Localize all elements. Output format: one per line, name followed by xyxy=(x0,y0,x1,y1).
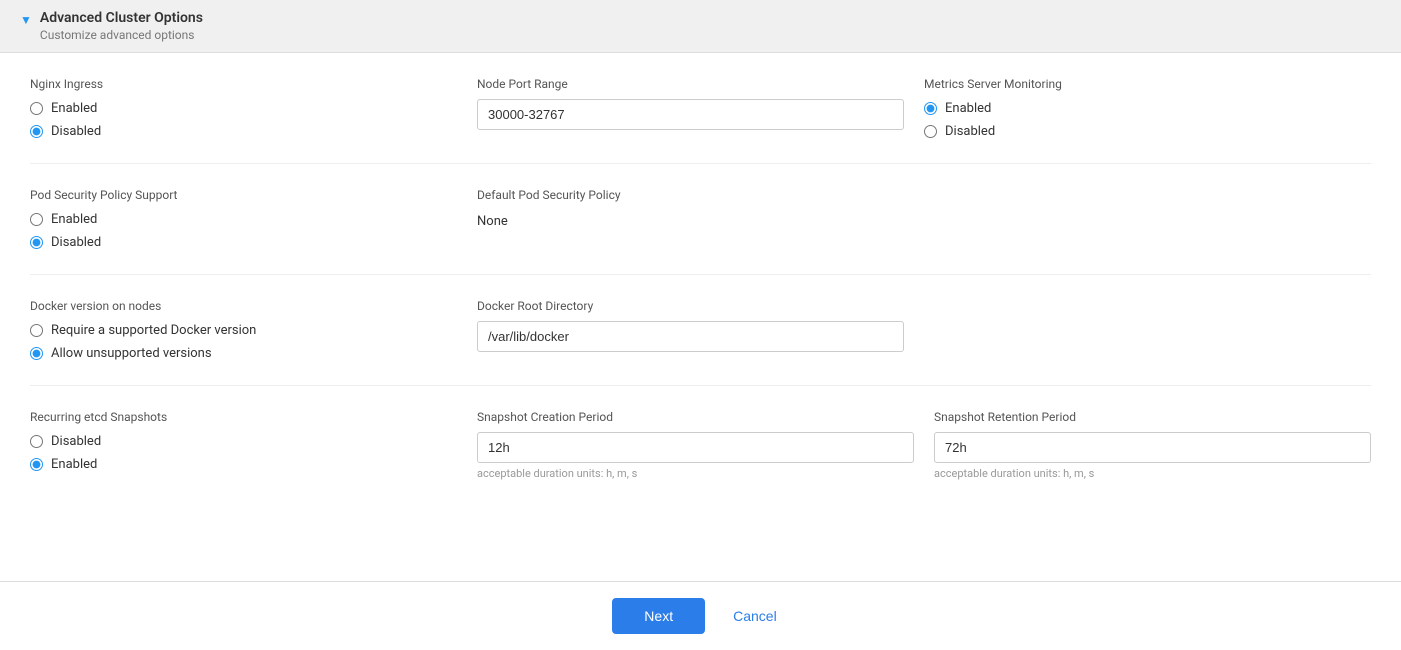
nginx-ingress-section: Nginx Ingress Enabled Disabled xyxy=(30,77,477,139)
nginx-ingress-label: Nginx Ingress xyxy=(30,77,457,91)
docker-root-section: Docker Root Directory xyxy=(477,299,924,361)
docker-require-radio[interactable] xyxy=(30,324,43,337)
docker-allow-label[interactable]: Allow unsupported versions xyxy=(51,346,212,361)
etcd-snapshots-radio-group: Disabled Enabled xyxy=(30,434,457,472)
snapshot-creation-label: Snapshot Creation Period xyxy=(477,410,914,424)
etcd-enabled-item[interactable]: Enabled xyxy=(30,457,457,472)
divider-3 xyxy=(30,385,1371,386)
page-wrapper: ▼ Advanced Cluster Options Customize adv… xyxy=(0,0,1401,650)
snapshot-fields: Snapshot Creation Period acceptable dura… xyxy=(477,410,1371,480)
docker-root-input[interactable] xyxy=(477,321,904,352)
etcd-enabled-label[interactable]: Enabled xyxy=(51,457,97,472)
row-4: Recurring etcd Snapshots Disabled Enable… xyxy=(30,410,1371,480)
snapshot-creation-field: Snapshot Creation Period acceptable dura… xyxy=(477,410,914,480)
snapshot-retention-hint: acceptable duration units: h, m, s xyxy=(934,467,1371,480)
nginx-ingress-enabled-radio[interactable] xyxy=(30,102,43,115)
nginx-ingress-disabled-label[interactable]: Disabled xyxy=(51,124,101,139)
docker-allow-item[interactable]: Allow unsupported versions xyxy=(30,346,457,361)
placeholder-col-1 xyxy=(924,188,1371,250)
section-header: ▼ Advanced Cluster Options Customize adv… xyxy=(0,0,1401,53)
default-pod-security-field: Default Pod Security Policy None xyxy=(477,188,904,229)
snapshot-creation-input[interactable] xyxy=(477,432,914,463)
metrics-server-label: Metrics Server Monitoring xyxy=(924,77,1351,91)
divider-2 xyxy=(30,274,1371,275)
pod-security-enabled-item[interactable]: Enabled xyxy=(30,212,457,227)
pod-security-label: Pod Security Policy Support xyxy=(30,188,457,202)
metrics-enabled-radio[interactable] xyxy=(924,102,937,115)
metrics-enabled-item[interactable]: Enabled xyxy=(924,101,1351,116)
default-pod-security-section: Default Pod Security Policy None xyxy=(477,188,924,250)
etcd-disabled-item[interactable]: Disabled xyxy=(30,434,457,449)
metrics-server-section: Metrics Server Monitoring Enabled Disabl… xyxy=(924,77,1371,139)
next-button[interactable]: Next xyxy=(612,598,705,634)
section-header-text: Advanced Cluster Options Customize advan… xyxy=(40,10,203,42)
docker-require-label[interactable]: Require a supported Docker version xyxy=(51,323,256,338)
etcd-snapshots-label: Recurring etcd Snapshots xyxy=(30,410,457,424)
snapshot-creation-hint: acceptable duration units: h, m, s xyxy=(477,467,914,480)
section-title: Advanced Cluster Options xyxy=(40,10,203,26)
metrics-disabled-radio[interactable] xyxy=(924,125,937,138)
etcd-disabled-radio[interactable] xyxy=(30,435,43,448)
pod-security-radio-group: Enabled Disabled xyxy=(30,212,457,250)
etcd-snapshots-section: Recurring etcd Snapshots Disabled Enable… xyxy=(30,410,477,472)
etcd-disabled-label[interactable]: Disabled xyxy=(51,434,101,449)
docker-version-label: Docker version on nodes xyxy=(30,299,457,313)
placeholder-col-2 xyxy=(924,299,1371,361)
docker-version-section: Docker version on nodes Require a suppor… xyxy=(30,299,477,361)
etcd-enabled-radio[interactable] xyxy=(30,458,43,471)
node-port-range-label: Node Port Range xyxy=(477,77,904,91)
snapshot-retention-label: Snapshot Retention Period xyxy=(934,410,1371,424)
pod-security-enabled-radio[interactable] xyxy=(30,213,43,226)
nginx-ingress-enabled-label[interactable]: Enabled xyxy=(51,101,97,116)
node-port-range-field: Node Port Range xyxy=(477,77,904,130)
nginx-ingress-radio-group: Enabled Disabled xyxy=(30,101,457,139)
node-port-range-section: Node Port Range xyxy=(477,77,924,139)
main-content: Nginx Ingress Enabled Disabled Node Port… xyxy=(0,53,1401,581)
pod-security-enabled-label[interactable]: Enabled xyxy=(51,212,97,227)
node-port-range-input[interactable] xyxy=(477,99,904,130)
docker-root-label: Docker Root Directory xyxy=(477,299,904,313)
nginx-ingress-disabled-item[interactable]: Disabled xyxy=(30,124,457,139)
pod-security-disabled-item[interactable]: Disabled xyxy=(30,235,457,250)
docker-allow-radio[interactable] xyxy=(30,347,43,360)
pod-security-disabled-radio[interactable] xyxy=(30,236,43,249)
metrics-disabled-item[interactable]: Disabled xyxy=(924,124,1351,139)
metrics-server-radio-group: Enabled Disabled xyxy=(924,101,1351,139)
default-pod-security-value: None xyxy=(477,210,904,229)
snapshot-retention-field: Snapshot Retention Period acceptable dur… xyxy=(934,410,1371,480)
footer: Next Cancel xyxy=(0,581,1401,650)
section-subtitle: Customize advanced options xyxy=(40,28,203,42)
divider-1 xyxy=(30,163,1371,164)
row-3: Docker version on nodes Require a suppor… xyxy=(30,299,1371,361)
row-1: Nginx Ingress Enabled Disabled Node Port… xyxy=(30,77,1371,139)
pod-security-disabled-label[interactable]: Disabled xyxy=(51,235,101,250)
default-pod-security-label: Default Pod Security Policy xyxy=(477,188,904,202)
row-2: Pod Security Policy Support Enabled Disa… xyxy=(30,188,1371,250)
cancel-button[interactable]: Cancel xyxy=(721,598,789,634)
chevron-icon: ▼ xyxy=(20,13,32,27)
pod-security-section: Pod Security Policy Support Enabled Disa… xyxy=(30,188,477,250)
nginx-ingress-enabled-item[interactable]: Enabled xyxy=(30,101,457,116)
docker-root-field: Docker Root Directory xyxy=(477,299,904,352)
docker-require-item[interactable]: Require a supported Docker version xyxy=(30,323,457,338)
snapshot-retention-input[interactable] xyxy=(934,432,1371,463)
docker-version-radio-group: Require a supported Docker version Allow… xyxy=(30,323,457,361)
metrics-enabled-label[interactable]: Enabled xyxy=(945,101,991,116)
nginx-ingress-disabled-radio[interactable] xyxy=(30,125,43,138)
metrics-disabled-label[interactable]: Disabled xyxy=(945,124,995,139)
